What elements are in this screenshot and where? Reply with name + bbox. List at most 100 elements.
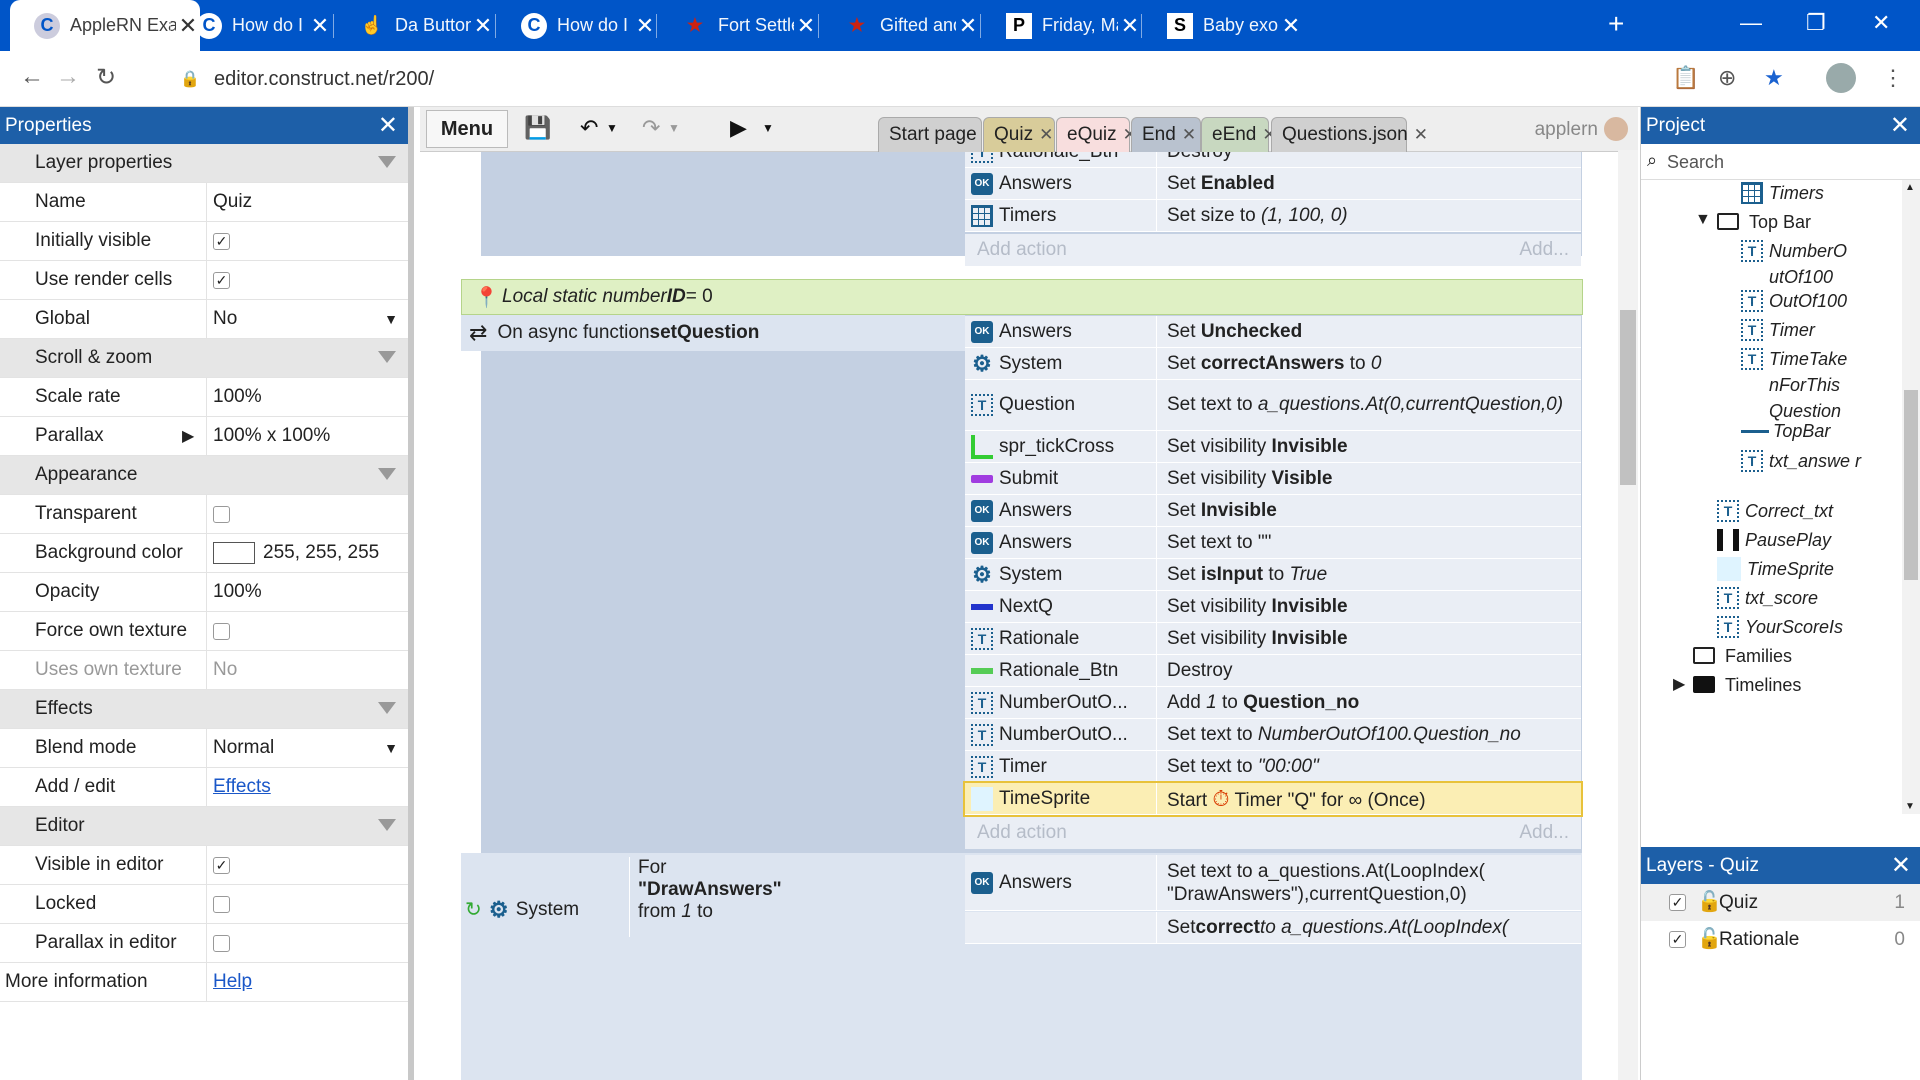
action-row[interactable]: TimeSprite Start ⏱ Timer "Q" for ∞ (Once) [963,781,1583,817]
close-tab-icon[interactable]: ✕ [1039,125,1053,145]
layer-row[interactable]: ✓ 🔓 Quiz 1 [1641,884,1920,921]
close-icon[interactable]: ✕ [1891,851,1911,880]
close-tab-icon[interactable]: ✕ [471,13,495,39]
browser-tab[interactable]: C How do I res✕ [497,0,657,51]
add-more-text[interactable]: Add... [1519,822,1569,844]
browser-tab[interactable]: C How do I sav✕ [172,0,332,51]
collapse-triangle-icon[interactable] [378,702,396,714]
action-row[interactable]: OK Answers Set Unchecked [965,316,1581,348]
back-icon[interactable]: ← [20,63,44,91]
add-action-link[interactable]: Add action Add... [965,234,1581,266]
project-scrollbar[interactable]: ▲ ▼ [1902,180,1920,814]
event-condition[interactable]: ⇄ On async function setQuestion [461,315,965,351]
url-field[interactable]: 🔒 editor.construct.net/r200/ [180,59,1660,99]
project-tree-item[interactable]: Ttxt_score [1717,585,1911,611]
property-link[interactable]: Effects [213,776,271,798]
search-input[interactable]: Search [1667,152,1724,173]
action-row[interactable]: spr_tickCross Set visibility Invisible [965,431,1581,463]
close-tab-icon[interactable]: ✕ [633,13,657,39]
checkbox[interactable]: ✓ [213,856,230,874]
visible-checkbox[interactable]: ✓ [1669,931,1686,948]
action-row[interactable]: T NumberOutO... Add 1 to Question_no [965,687,1581,719]
minimize-icon[interactable]: — [1740,10,1762,36]
restore-icon[interactable]: ❐ [1806,10,1826,36]
checkbox[interactable]: ✓ [213,271,230,289]
action-row[interactable]: ⚙ System Set isInput to True [965,559,1581,591]
checkbox[interactable] [213,622,230,640]
action-row[interactable]: T Rationale Set visibility Invisible [965,623,1581,655]
project-tree-item[interactable]: TimeSprite [1717,556,1911,582]
event-sheet-scrollbar[interactable] [1618,150,1638,1080]
property-value[interactable]: ✓ [207,856,408,874]
forward-icon[interactable]: → [56,63,80,91]
collapse-triangle-icon[interactable] [378,351,396,363]
clipboard-icon[interactable]: 📋 [1672,65,1699,91]
property-value[interactable]: No ▼ [207,308,408,330]
action-row[interactable]: Timers Set size to (1, 100, 0) [965,200,1581,232]
property-value[interactable] [207,505,408,523]
property-value[interactable]: 255, 255, 255 [207,542,408,564]
close-tab-icon[interactable]: ✕ [308,13,332,39]
editor-tab[interactable]: eQuiz ✕ [1056,117,1137,152]
action-row[interactable]: OK Answers Set text to a_questions.At(Loop… [965,855,1581,911]
project-tree-item[interactable]: Timers [1741,180,1911,206]
action-row[interactable]: OK Answers Set Invisible [965,495,1581,527]
property-value[interactable]: 100% [207,386,408,408]
expand-arrow-icon[interactable]: ▼ [1695,211,1711,229]
event-condition-object[interactable]: ↻ ⚙ System [465,897,579,922]
action-row[interactable]: T Question Set text to a_questions.At(0,cu… [965,380,1581,431]
undo-icon[interactable]: ↶ [580,115,598,141]
play-dropdown-icon[interactable]: ▼ [762,121,774,135]
action-row[interactable]: OK Answers Set Enabled [965,168,1581,200]
color-swatch[interactable] [213,542,255,564]
close-tab-icon[interactable]: ✕ [1118,13,1142,39]
project-search[interactable]: ⌕ Search [1641,144,1920,180]
project-tree-item[interactable]: ▶ Timelines [1673,672,1911,698]
browser-tab[interactable]: P Friday, May✕ [982,0,1142,51]
checkbox[interactable]: ✓ [213,232,230,250]
project-tree-item[interactable]: T YourScoreIs [1717,614,1911,640]
browser-tab[interactable]: ☝ Da Button Fa✕ [335,0,495,51]
close-tab-icon[interactable]: ✕ [1414,125,1428,145]
property-value[interactable] [207,895,408,913]
scrollbar-thumb[interactable] [1620,310,1636,485]
property-value[interactable]: No [207,659,408,681]
project-tree-item[interactable]: T NumberO utOf100 [1741,238,1911,290]
property-section[interactable]: Appearance [0,456,408,495]
action-row[interactable]: Submit Set visibility Visible [965,463,1581,495]
menu-button[interactable]: Menu [426,110,508,148]
close-icon[interactable]: ✕ [1890,111,1910,140]
browser-tab[interactable]: S Baby exoplan✕ [1143,0,1303,51]
browser-tab[interactable]: ★ Gifted and T✕ [820,0,980,51]
property-value[interactable]: Effects [207,776,408,798]
add-circle-icon[interactable]: ⊕ [1718,65,1736,91]
profile-avatar[interactable] [1826,63,1856,93]
collapse-triangle-icon[interactable] [378,468,396,480]
action-row[interactable]: Rationale_Btn Destroy [965,655,1581,687]
action-row[interactable]: OK Answers Set text to "" [965,527,1581,559]
event-condition-text[interactable]: For "DrawAnswers" from 1 to [629,857,789,937]
property-value[interactable]: Normal ▼ [207,737,408,759]
property-section[interactable]: Editor [0,807,408,846]
action-row[interactable]: ⚙ System Set correctAnswers to 0 [965,348,1581,380]
user-avatar[interactable] [1602,115,1630,143]
project-tree-item[interactable]: T Timer [1741,317,1911,343]
new-tab-icon[interactable]: + [1608,8,1624,40]
close-tab-icon[interactable]: ✕ [956,13,980,39]
editor-tab[interactable]: Start page✕ [878,117,997,152]
action-row[interactable]: T NumberOutO... Set text to NumberOutOf100… [965,719,1581,751]
project-tree-item[interactable]: ▼ Top Bar [1695,209,1911,235]
action-row[interactable]: T Rationale_Btn Destroy [965,152,1581,168]
bookmark-star-icon[interactable]: ★ [1764,65,1784,91]
property-value[interactable]: 100% [207,581,408,603]
action-row[interactable]: T Timer Set text to "00:00" [965,751,1581,783]
close-tab-icon[interactable]: ✕ [794,13,818,39]
visible-checkbox[interactable]: ✓ [1669,894,1686,911]
layer-row[interactable]: ✓ 🔓 Rationale 0 [1641,921,1920,958]
redo-dropdown-icon[interactable]: ▼ [668,121,680,135]
project-tree-item[interactable]: PausePlay [1717,527,1911,553]
property-value[interactable] [207,622,408,640]
expand-arrow-icon[interactable]: ▶ [1673,674,1685,694]
browser-menu-icon[interactable]: ⋮ [1882,65,1904,91]
project-tree-item[interactable]: Ttxt_answe r [1741,448,1911,474]
